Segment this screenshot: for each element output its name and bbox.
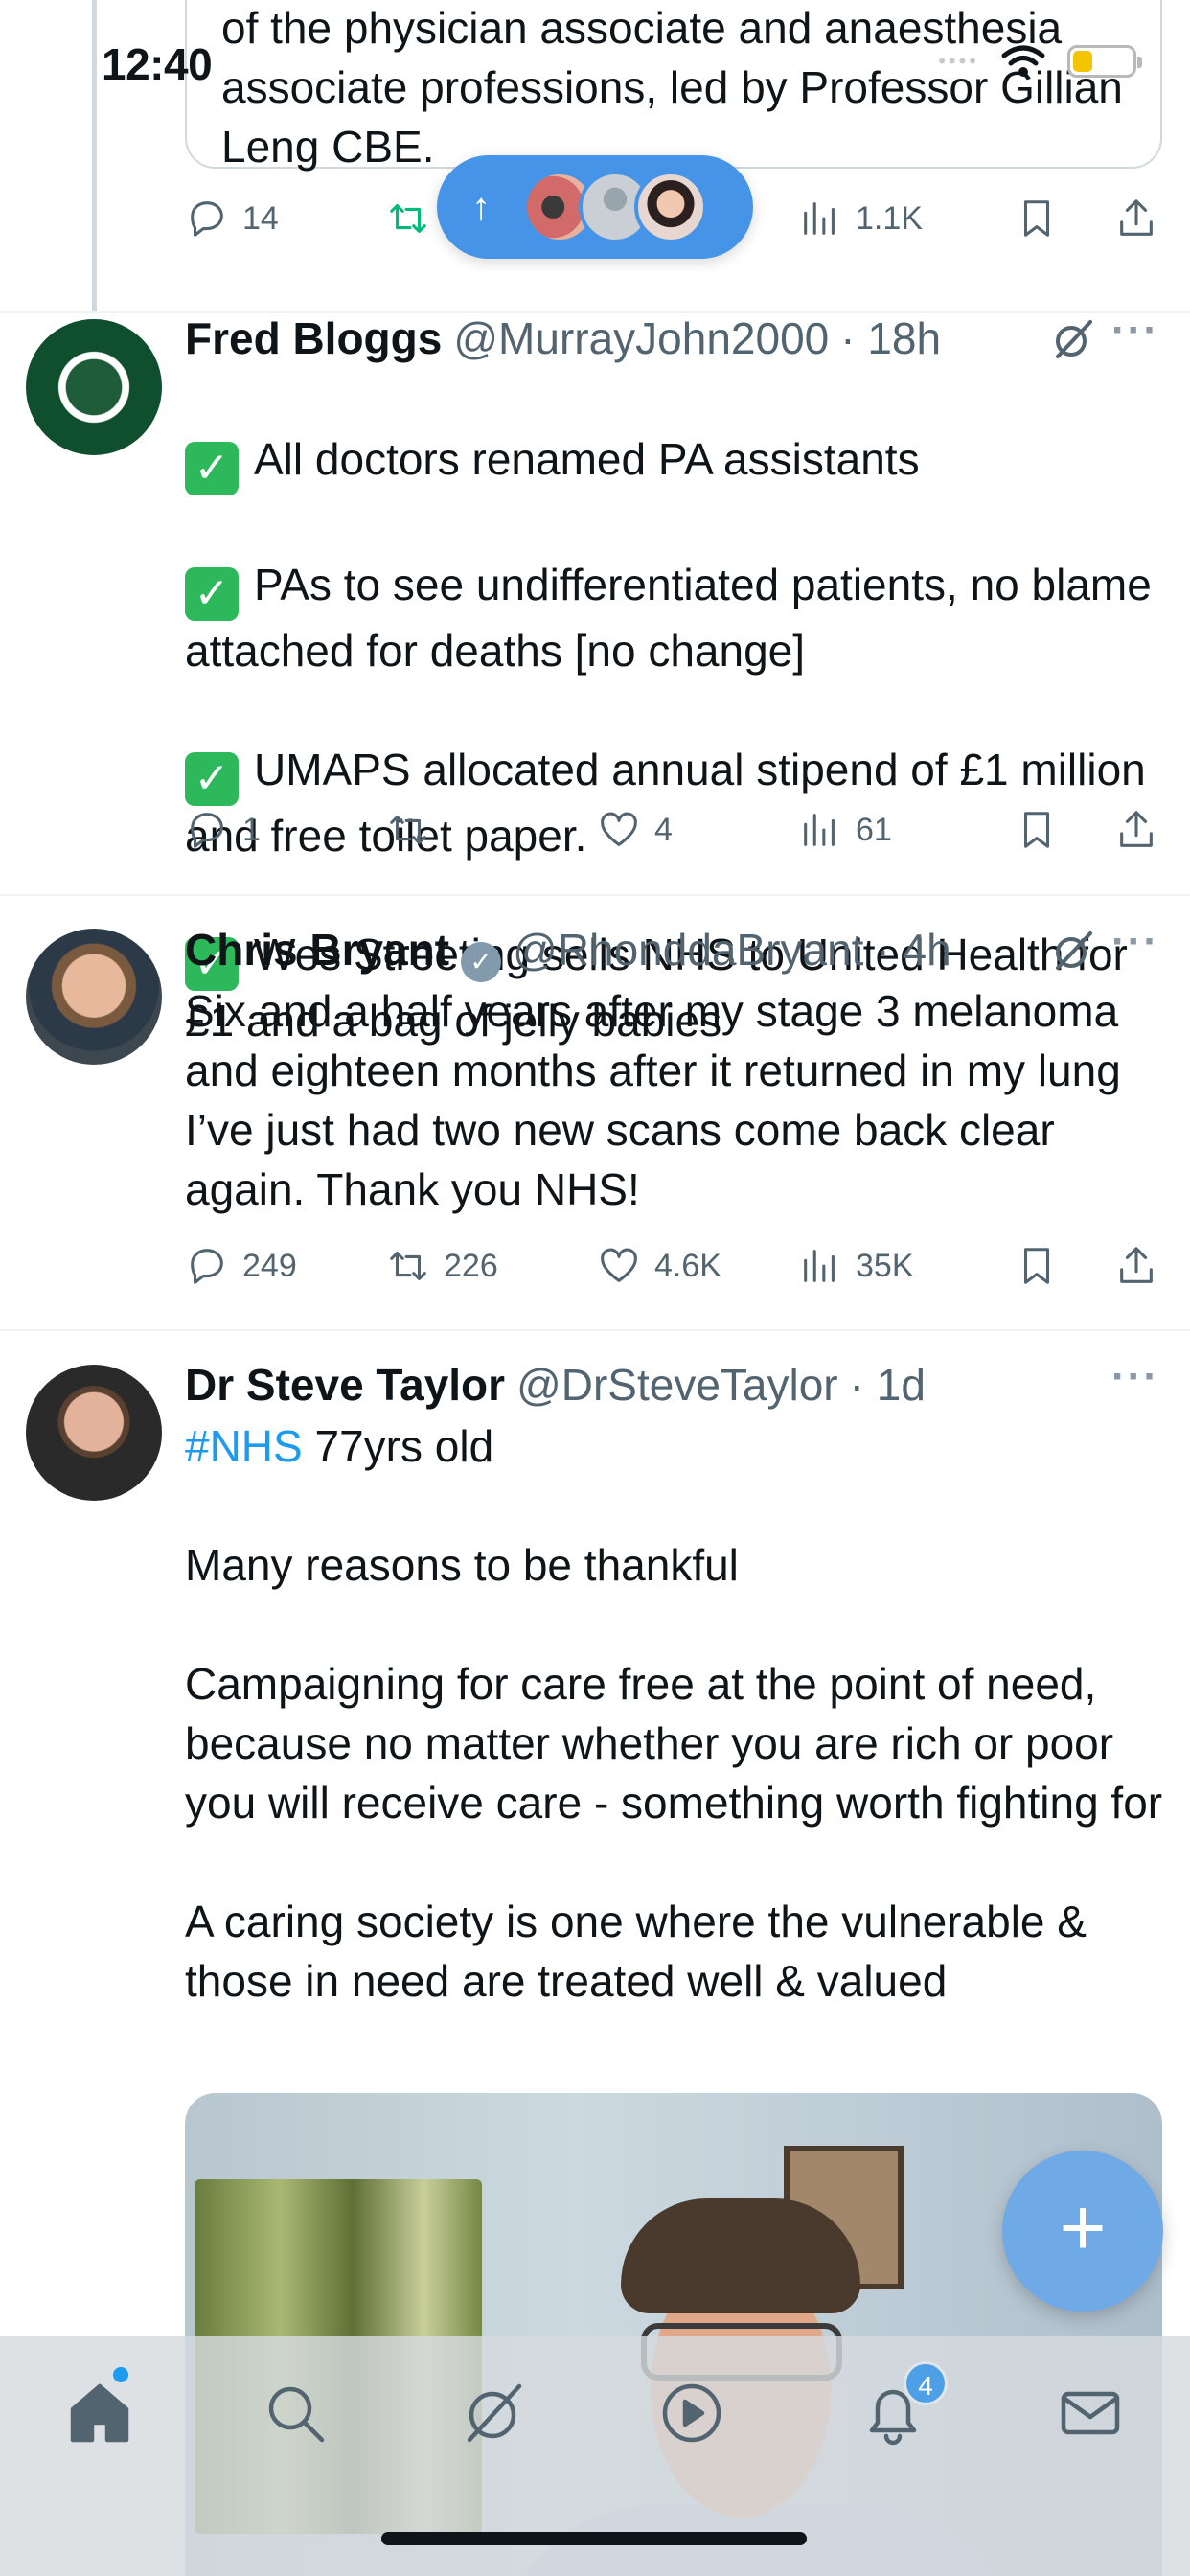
- arrow-up-icon: ↑: [471, 185, 491, 228]
- grok-icon[interactable]: [1050, 316, 1096, 362]
- more-icon[interactable]: ···: [1111, 918, 1159, 966]
- post-time[interactable]: · 1d: [850, 1359, 926, 1411]
- post-time[interactable]: · 4h: [875, 924, 950, 976]
- status-icons: ••••: [938, 44, 1142, 79]
- retweet-button[interactable]: [386, 808, 444, 852]
- views-count: 35K: [856, 1247, 914, 1284]
- reply-icon: [191, 1249, 223, 1284]
- bookmark-icon: [1023, 812, 1050, 848]
- messages-icon[interactable]: [1056, 2379, 1125, 2448]
- heart-icon: [601, 812, 637, 846]
- search-icon[interactable]: [261, 2379, 330, 2448]
- share-button[interactable]: [1114, 196, 1158, 241]
- new-posts-pill[interactable]: ↑: [437, 155, 753, 259]
- retweet-count: 226: [444, 1247, 498, 1284]
- signal-icon: ••••: [938, 49, 979, 73]
- bookmark-button[interactable]: [1015, 196, 1059, 241]
- status-time: 12:40: [102, 39, 213, 89]
- quoted-tweet-card[interactable]: of the physician associate and anaesthes…: [185, 0, 1162, 172]
- views-button[interactable]: 1.1K: [798, 196, 923, 241]
- share-button[interactable]: [1114, 1244, 1158, 1288]
- reply-icon: [191, 813, 223, 848]
- grok-icon[interactable]: [1050, 928, 1096, 974]
- reply-button[interactable]: 14: [185, 196, 279, 241]
- divider: [0, 1329, 1190, 1331]
- bookmark-button[interactable]: [1015, 1244, 1059, 1288]
- display-name[interactable]: Fred Bloggs: [185, 312, 442, 364]
- like-button[interactable]: 4: [597, 808, 673, 852]
- share-icon: [1120, 811, 1153, 847]
- like-button[interactable]: 4.6K: [597, 1244, 721, 1288]
- share-icon: [1120, 199, 1153, 236]
- pill-avatar: [634, 171, 707, 243]
- media-hair: [621, 2198, 860, 2313]
- retweet-button[interactable]: [386, 196, 430, 241]
- heart-icon: [601, 1248, 637, 1282]
- post-header: Dr Steve Taylor @DrSteveTaylor · 1d: [185, 1359, 926, 1411]
- home-icon[interactable]: [65, 2379, 134, 2448]
- retweet-icon: [390, 204, 426, 233]
- post-text: Many reasons to be thankful Campaigning …: [185, 1540, 1163, 2006]
- views-count: 61: [856, 811, 892, 848]
- reply-count: 14: [242, 199, 279, 237]
- video-icon[interactable]: [657, 2379, 726, 2448]
- thread-line: [92, 0, 97, 311]
- post-time[interactable]: · 18h: [840, 312, 941, 364]
- reply-count: 249: [242, 1247, 297, 1284]
- like-count: 4.6K: [654, 1247, 721, 1284]
- list-item: ✓ PAs to see undifferentiated patients, n…: [185, 560, 1152, 676]
- share-button[interactable]: [1114, 808, 1158, 852]
- more-icon[interactable]: ···: [1111, 1353, 1159, 1401]
- like-count: 4: [654, 811, 673, 848]
- user-handle[interactable]: @DrSteveTaylor: [516, 1359, 838, 1411]
- reply-button[interactable]: 1: [185, 808, 261, 852]
- display-name[interactable]: Chris Bryant: [185, 924, 449, 976]
- bookmark-button[interactable]: [1015, 808, 1059, 852]
- check-mark-icon: ✓: [185, 442, 239, 495]
- post-header: Chris Bryant ✓ @RhonddaBryant · 4h: [185, 924, 951, 982]
- pill-avatars: [523, 171, 707, 243]
- action-bar: 249 226 4.6K 35K: [185, 1237, 1172, 1295]
- avatar[interactable]: [26, 929, 162, 1065]
- views-icon: [804, 202, 835, 235]
- avatar[interactable]: [26, 1365, 162, 1501]
- user-handle[interactable]: @MurrayJohn2000: [453, 312, 829, 364]
- post-text: Six and a half years after my stage 3 me…: [185, 986, 1121, 1214]
- bookmark-icon: [1023, 1248, 1050, 1284]
- views-icon: [804, 1250, 835, 1282]
- display-name[interactable]: Dr Steve Taylor: [185, 1359, 505, 1411]
- post-header: Fred Bloggs @MurrayJohn2000 · 18h: [185, 312, 941, 364]
- reply-button[interactable]: 249: [185, 1244, 297, 1288]
- user-handle[interactable]: @RhonddaBryant: [513, 924, 863, 976]
- retweet-icon: [390, 816, 426, 844]
- action-bar: 1 4 61: [185, 801, 1172, 859]
- views-button[interactable]: 61: [798, 808, 892, 852]
- list-item: ✓ All doctors renamed PA assistants: [185, 429, 1172, 495]
- retweet-button[interactable]: 226: [386, 1244, 498, 1288]
- check-mark-icon: ✓: [185, 752, 239, 806]
- views-count: 1.1K: [856, 199, 923, 237]
- bookmark-icon: [1023, 200, 1050, 237]
- more-icon[interactable]: ···: [1111, 307, 1159, 355]
- reply-count: 1: [242, 811, 261, 848]
- home-unread-dot: [113, 2367, 128, 2382]
- home-indicator: [381, 2532, 807, 2545]
- battery-icon: [1067, 45, 1142, 78]
- post-text-first-line: #NHS 77yrs old: [185, 1421, 494, 1471]
- share-icon: [1120, 1247, 1153, 1283]
- divider: [0, 894, 1190, 896]
- avatar[interactable]: [26, 319, 162, 455]
- verified-badge-icon: ✓: [461, 942, 502, 982]
- views-button[interactable]: 35K: [798, 1244, 914, 1288]
- quoted-tweet-text: of the physician associate and anaesthes…: [221, 3, 1123, 172]
- hashtag-link[interactable]: #NHS: [185, 1421, 303, 1471]
- notifications-badge: 4: [904, 2361, 948, 2405]
- compose-button[interactable]: +: [1002, 2150, 1163, 2312]
- check-mark-icon: ✓: [185, 567, 239, 621]
- grok-icon[interactable]: [460, 2379, 529, 2448]
- wifi-icon: [1001, 45, 1045, 77]
- reply-icon: [191, 201, 223, 237]
- retweet-icon: [390, 1252, 426, 1280]
- views-icon: [804, 814, 835, 846]
